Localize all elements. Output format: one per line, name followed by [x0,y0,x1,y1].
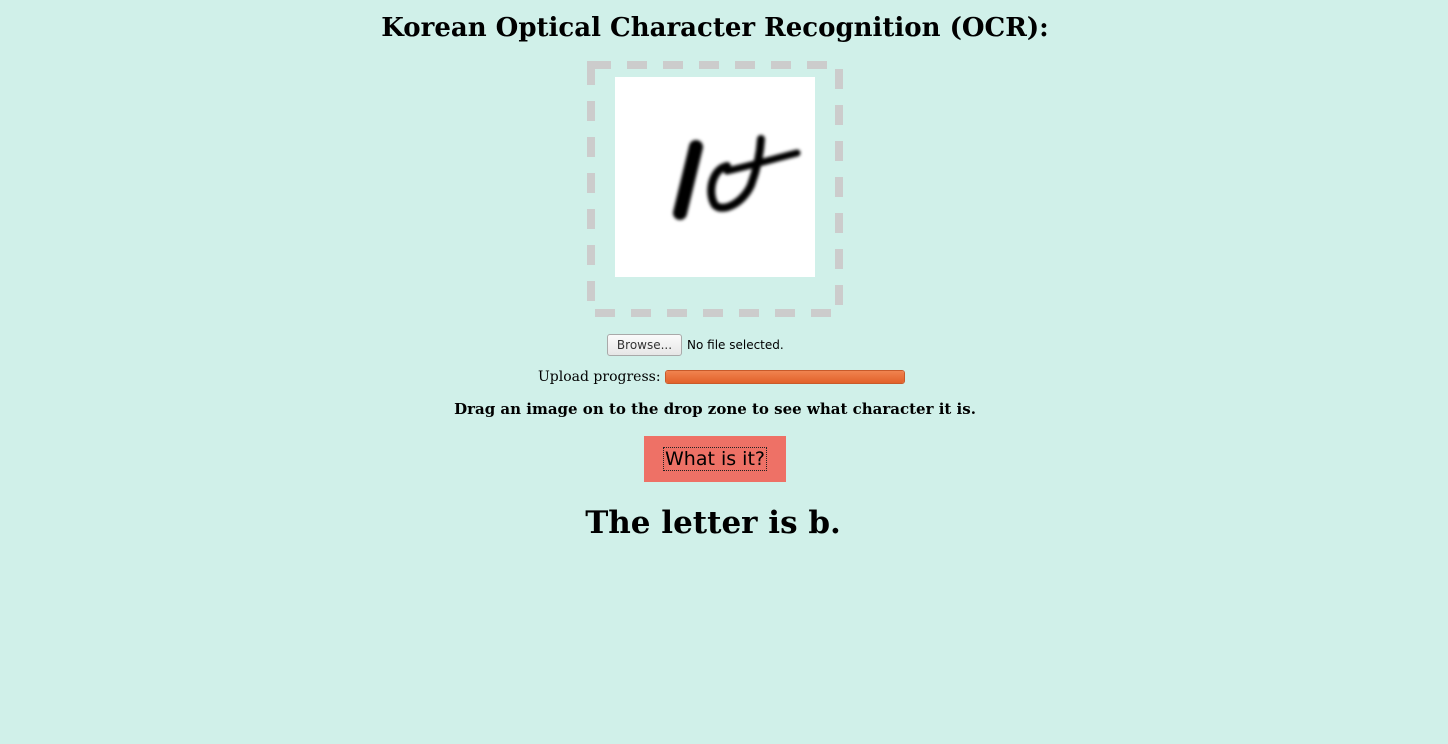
page-title: Korean Optical Character Recognition (OC… [381,13,1049,43]
progress-bar [664,370,905,384]
file-status: No file selected. [687,338,784,352]
handwritten-character-image [673,135,801,220]
result-text: The letter is b. [585,505,841,541]
instructions: Drag an image on to the drop zone to see… [454,400,976,418]
file-input: Browse... No file selected. [607,334,784,356]
uploaded-image-preview [615,77,815,277]
progress-fill [665,371,904,383]
what-is-it-button[interactable]: What is it? [644,436,786,482]
what-is-it-label: What is it? [663,447,767,471]
progress-label: Upload progress: [538,369,661,385]
browse-button[interactable]: Browse... [607,334,682,356]
upload-progress: Upload progress: [538,367,905,387]
drop-zone[interactable] [587,61,843,317]
